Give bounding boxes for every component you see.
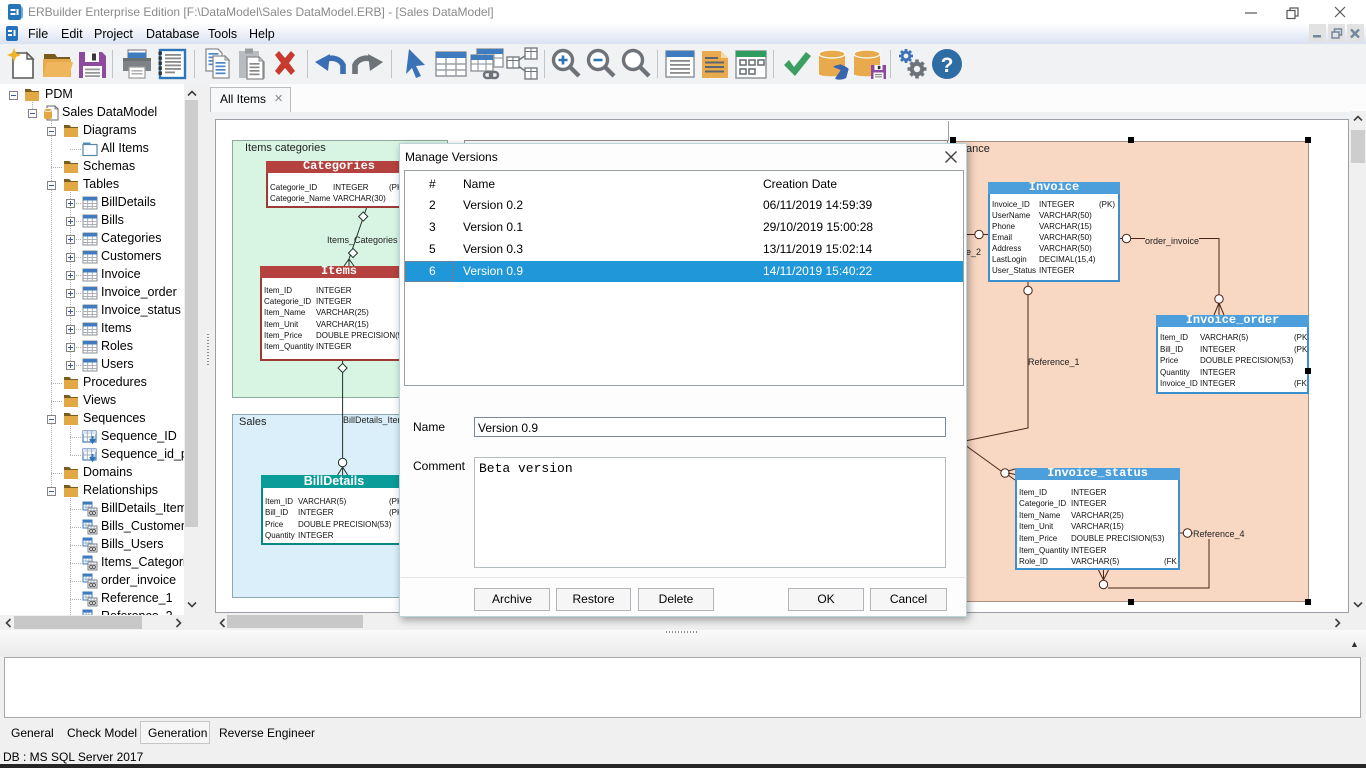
svg-text:?: ? [941,54,954,77]
